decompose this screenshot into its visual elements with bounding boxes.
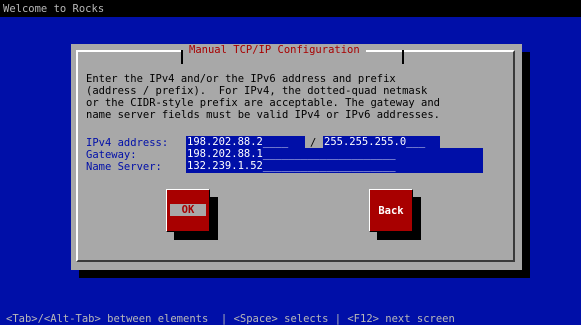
- screen-title: Welcome to Rocks: [3, 3, 105, 15]
- tcpip-config-dialog: Manual TCP/IP Configuration Enter the IP…: [71, 44, 522, 270]
- name-server-label: Name Server:: [86, 161, 162, 173]
- name-server-input[interactable]: 132.239.1.52_____________________: [186, 160, 483, 173]
- top-title-bar: Welcome to Rocks: [0, 0, 581, 17]
- back-button-label: Back: [378, 205, 404, 217]
- dialog-title-bracket-right: [402, 50, 404, 64]
- ok-button[interactable]: OK: [166, 189, 210, 232]
- back-button[interactable]: Back: [369, 189, 413, 232]
- dialog-description: Enter the IPv4 and/or the IPv6 address a…: [86, 73, 441, 121]
- dialog-title: Manual TCP/IP Configuration: [183, 44, 366, 56]
- ipv4-address-label: IPv4 address:: [86, 137, 169, 149]
- ok-button-label: OK: [170, 204, 206, 216]
- keyboard-help-line: <Tab>/<Alt-Tab> between elements | <Spac…: [6, 313, 455, 325]
- gateway-label: Gateway:: [86, 149, 137, 161]
